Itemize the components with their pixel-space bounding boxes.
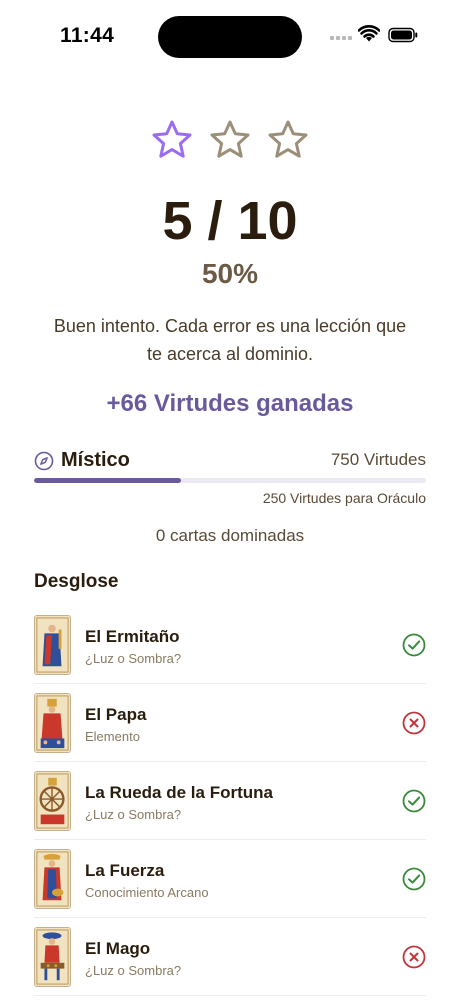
card-category: Elemento (85, 729, 140, 744)
battery-icon (388, 27, 418, 43)
card-thumbnail (34, 693, 71, 753)
breakdown-row[interactable]: La Rueda de la Fortuna ¿Luz o Sombra? (34, 762, 426, 840)
status-bar: 11:44 (0, 0, 460, 72)
card-name: El Mago (85, 939, 151, 958)
level-progress-bar (34, 478, 426, 483)
level-row: Místico 750 Virtudes (34, 448, 426, 474)
next-level-text: 250 Virtudes para Oráculo (262, 490, 426, 506)
percent-text: 50% (201, 258, 259, 289)
breakdown-row[interactable]: El Papa Elemento (34, 684, 426, 762)
card-category: ¿Luz o Sombra? (85, 807, 182, 822)
cellular-signal-icon (330, 36, 352, 42)
check-circle-icon (402, 789, 426, 813)
level-virtues: 750 Virtudes (330, 450, 426, 469)
breakdown-title: Desglose (34, 571, 119, 592)
compass-icon (34, 451, 54, 471)
card-name: El Papa (85, 705, 147, 724)
status-time: 11:44 (60, 24, 115, 47)
dynamic-island (158, 16, 302, 58)
card-thumbnail (34, 615, 71, 675)
virtues-earned: +66 Virtudes ganadas (106, 390, 354, 417)
card-category: ¿Luz o Sombra? (85, 963, 182, 978)
card-name: La Fuerza (85, 861, 165, 880)
breakdown-row[interactable]: El Mago ¿Luz o Sombra? (34, 918, 426, 996)
mastered-cards-text: 0 cartas dominadas (155, 526, 305, 545)
star-icon (268, 120, 308, 158)
level-name: Místico (61, 449, 130, 471)
card-name: El Ermitaño (85, 627, 180, 646)
star-icon (210, 120, 250, 158)
breakdown-row[interactable]: La Fuerza Conocimiento Arcano (34, 840, 426, 918)
card-thumbnail (34, 849, 71, 909)
check-circle-icon (402, 867, 426, 891)
x-circle-icon (402, 711, 426, 735)
card-category: ¿Luz o Sombra? (85, 651, 182, 666)
score-text: 5 / 10 (162, 191, 298, 251)
card-name: La Rueda de la Fortuna (85, 783, 273, 802)
card-thumbnail (34, 771, 71, 831)
check-circle-icon (402, 633, 426, 657)
level-progress-fill (34, 478, 181, 483)
x-circle-icon (402, 945, 426, 969)
star-rating (0, 118, 460, 162)
breakdown-row[interactable]: El Ermitaño ¿Luz o Sombra? (34, 606, 426, 684)
card-category: Conocimiento Arcano (85, 885, 209, 900)
breakdown-list: El Ermitaño ¿Luz o Sombra? El Papa Eleme… (34, 606, 426, 996)
card-thumbnail (34, 927, 71, 987)
star-icon (152, 120, 192, 158)
feedback-message: Buen intento. Cada error es una lección … (53, 316, 407, 364)
wifi-icon (358, 25, 380, 42)
